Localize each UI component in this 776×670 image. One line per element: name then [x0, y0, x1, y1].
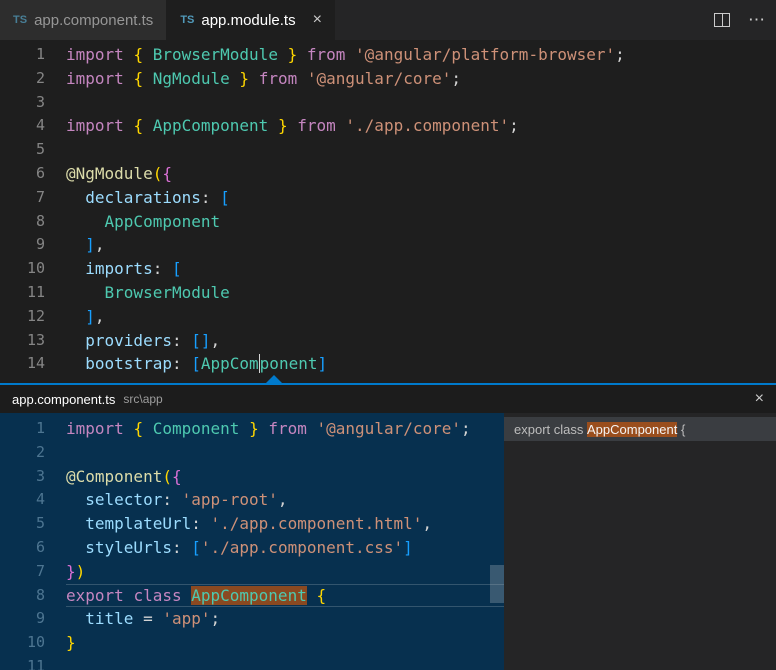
code-line[interactable]: 10}: [0, 631, 504, 655]
code-text: AppComponent: [66, 210, 220, 234]
peek-editor-lines: 1import { Component } from '@angular/cor…: [0, 417, 504, 670]
line-number[interactable]: 3: [0, 91, 66, 115]
line-number[interactable]: 4: [0, 488, 66, 512]
peek-definition-view: app.component.ts src\app × 1import { Com…: [0, 383, 776, 670]
peek-title: app.component.ts: [12, 392, 115, 407]
line-number[interactable]: 10: [0, 257, 66, 281]
line-number[interactable]: 6: [0, 536, 66, 560]
line-number[interactable]: 14: [0, 352, 66, 376]
code-text: @Component({: [66, 465, 182, 489]
code-text: @NgModule({: [66, 162, 172, 186]
code-text: import { AppComponent } from './app.comp…: [66, 114, 519, 138]
reference-item[interactable]: export class AppComponent {: [504, 417, 776, 441]
peek-path: src\app: [123, 392, 162, 406]
code-text: import { NgModule } from '@angular/core'…: [66, 67, 461, 91]
line-number[interactable]: 12: [0, 305, 66, 329]
code-text: ],: [66, 305, 105, 329]
line-number[interactable]: 9: [0, 607, 66, 631]
code-text: styleUrls: ['./app.component.css']: [66, 536, 413, 560]
code-line[interactable]: 12 ],: [0, 305, 776, 329]
code-line[interactable]: 7}): [0, 560, 504, 584]
main-editor-lines: 1import { BrowserModule } from '@angular…: [0, 43, 776, 376]
editor-actions: ⋯: [714, 0, 766, 40]
tab-label: app.component.ts: [34, 12, 153, 29]
code-text: imports: [: [66, 257, 182, 281]
line-number[interactable]: 11: [0, 655, 66, 670]
code-line[interactable]: 8export class AppComponent {: [0, 584, 504, 608]
line-number[interactable]: 2: [0, 441, 66, 465]
line-number[interactable]: 5: [0, 512, 66, 536]
code-text: providers: [],: [66, 329, 220, 353]
split-editor-icon[interactable]: [714, 13, 730, 27]
line-number[interactable]: 10: [0, 631, 66, 655]
code-line[interactable]: 6 styleUrls: ['./app.component.css']: [0, 536, 504, 560]
line-number[interactable]: 8: [0, 210, 66, 234]
code-text: import { Component } from '@angular/core…: [66, 417, 471, 441]
typescript-file-icon: TS: [13, 14, 27, 26]
tab-label: app.module.ts: [201, 12, 295, 29]
line-number[interactable]: 13: [0, 329, 66, 353]
code-text: title = 'app';: [66, 607, 220, 631]
code-line[interactable]: 11 BrowserModule: [0, 281, 776, 305]
tab-bar: TS app.component.ts TS app.module.ts × ⋯: [0, 0, 776, 40]
line-number[interactable]: 1: [0, 417, 66, 441]
code-line[interactable]: 8 AppComponent: [0, 210, 776, 234]
code-text: templateUrl: './app.component.html',: [66, 512, 432, 536]
peek-body: 1import { Component } from '@angular/cor…: [0, 413, 776, 670]
code-text: ],: [66, 233, 105, 257]
peek-editor-scrollbar[interactable]: [490, 565, 504, 603]
code-line[interactable]: 9 title = 'app';: [0, 607, 504, 631]
tab-app-component-ts[interactable]: TS app.component.ts: [0, 0, 167, 40]
line-number[interactable]: 8: [0, 584, 66, 608]
line-number[interactable]: 3: [0, 465, 66, 489]
main-editor[interactable]: 1import { BrowserModule } from '@angular…: [0, 40, 776, 383]
line-number[interactable]: 7: [0, 186, 66, 210]
tab-app-module-ts[interactable]: TS app.module.ts ×: [167, 0, 335, 40]
code-line[interactable]: 2import { NgModule } from '@angular/core…: [0, 67, 776, 91]
code-line[interactable]: 7 declarations: [: [0, 186, 776, 210]
code-text: BrowserModule: [66, 281, 230, 305]
code-text: export class AppComponent {: [66, 584, 326, 608]
code-text: selector: 'app-root',: [66, 488, 288, 512]
code-line[interactable]: 4import { AppComponent } from './app.com…: [0, 114, 776, 138]
code-text: }): [66, 560, 85, 584]
code-line[interactable]: 14 bootstrap: [AppComponent]: [0, 352, 776, 376]
line-number[interactable]: 9: [0, 233, 66, 257]
code-line[interactable]: 3: [0, 91, 776, 115]
code-line[interactable]: 11: [0, 655, 504, 670]
peek-header: app.component.ts src\app ×: [0, 385, 776, 413]
code-line[interactable]: 5 templateUrl: './app.component.html',: [0, 512, 504, 536]
more-actions-icon[interactable]: ⋯: [748, 10, 766, 30]
line-number[interactable]: 1: [0, 43, 66, 67]
line-number[interactable]: 2: [0, 67, 66, 91]
line-number[interactable]: 11: [0, 281, 66, 305]
line-number[interactable]: 4: [0, 114, 66, 138]
code-text: bootstrap: [AppComponent]: [66, 352, 327, 376]
peek-editor[interactable]: 1import { Component } from '@angular/cor…: [0, 413, 504, 670]
code-text: }: [66, 631, 76, 655]
line-number[interactable]: 6: [0, 162, 66, 186]
peek-close-icon[interactable]: ×: [755, 390, 764, 408]
code-line[interactable]: 1import { BrowserModule } from '@angular…: [0, 43, 776, 67]
peek-anchor-arrow: [266, 375, 282, 383]
code-line[interactable]: 9 ],: [0, 233, 776, 257]
code-line[interactable]: 1import { Component } from '@angular/cor…: [0, 417, 504, 441]
close-tab-icon[interactable]: ×: [313, 12, 322, 28]
peek-results-list: export class AppComponent {: [504, 413, 776, 670]
code-line[interactable]: 10 imports: [: [0, 257, 776, 281]
line-number[interactable]: 5: [0, 138, 66, 162]
code-line[interactable]: 2: [0, 441, 504, 465]
code-line[interactable]: 6@NgModule({: [0, 162, 776, 186]
code-line[interactable]: 4 selector: 'app-root',: [0, 488, 504, 512]
code-line[interactable]: 13 providers: [],: [0, 329, 776, 353]
code-text: import { BrowserModule } from '@angular/…: [66, 43, 625, 67]
typescript-file-icon: TS: [180, 14, 194, 26]
code-line[interactable]: 5: [0, 138, 776, 162]
code-line[interactable]: 3@Component({: [0, 465, 504, 489]
line-number[interactable]: 7: [0, 560, 66, 584]
code-text: declarations: [: [66, 186, 230, 210]
